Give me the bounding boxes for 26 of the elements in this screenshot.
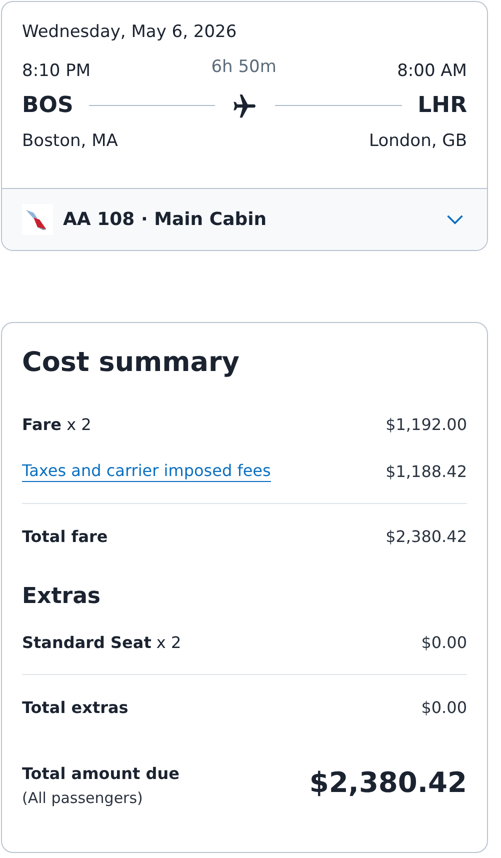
line-item-label: Fare x 2 [22,414,92,434]
total-amount: $2,380.42 [386,526,467,546]
arrival-city: London, GB [369,131,467,151]
section-title: Extras [22,583,102,611]
departure-time: 8:10 PM [22,61,90,81]
flight-duration: 6h 50m [211,57,276,77]
line-item-amount: $1,188.42 [386,462,467,480]
segment-row[interactable]: AA 108 · Main Cabin [2,188,487,250]
fees-link[interactable]: Taxes and carrier imposed fees [22,460,271,482]
total-due-amount: $2,380.42 [309,766,467,799]
departure-city: Boston, MA [22,131,118,151]
line-item-amount: $0.00 [421,632,467,652]
total-due-label: Total amount due [22,764,180,783]
section-title: Cost summary [22,346,240,380]
airport-code: BOS [22,92,74,118]
flight-segment-label: AA 108 · Main Cabin [63,209,268,230]
line-item-amount: $1,192.00 [386,414,467,434]
line-item-label: Standard Seat x 2 [22,632,182,652]
total-amount: $0.00 [421,698,467,716]
arrival-time: 8:00 AM [397,61,467,81]
total-label: Total extras [22,698,128,716]
airline-logo-icon [22,204,53,235]
airport-code: LHR [418,92,468,118]
passengers-note: (All passengers) [22,789,144,807]
total-label: Total fare [22,526,108,546]
flight-date: Wednesday, May 6, 2026 [22,21,238,44]
